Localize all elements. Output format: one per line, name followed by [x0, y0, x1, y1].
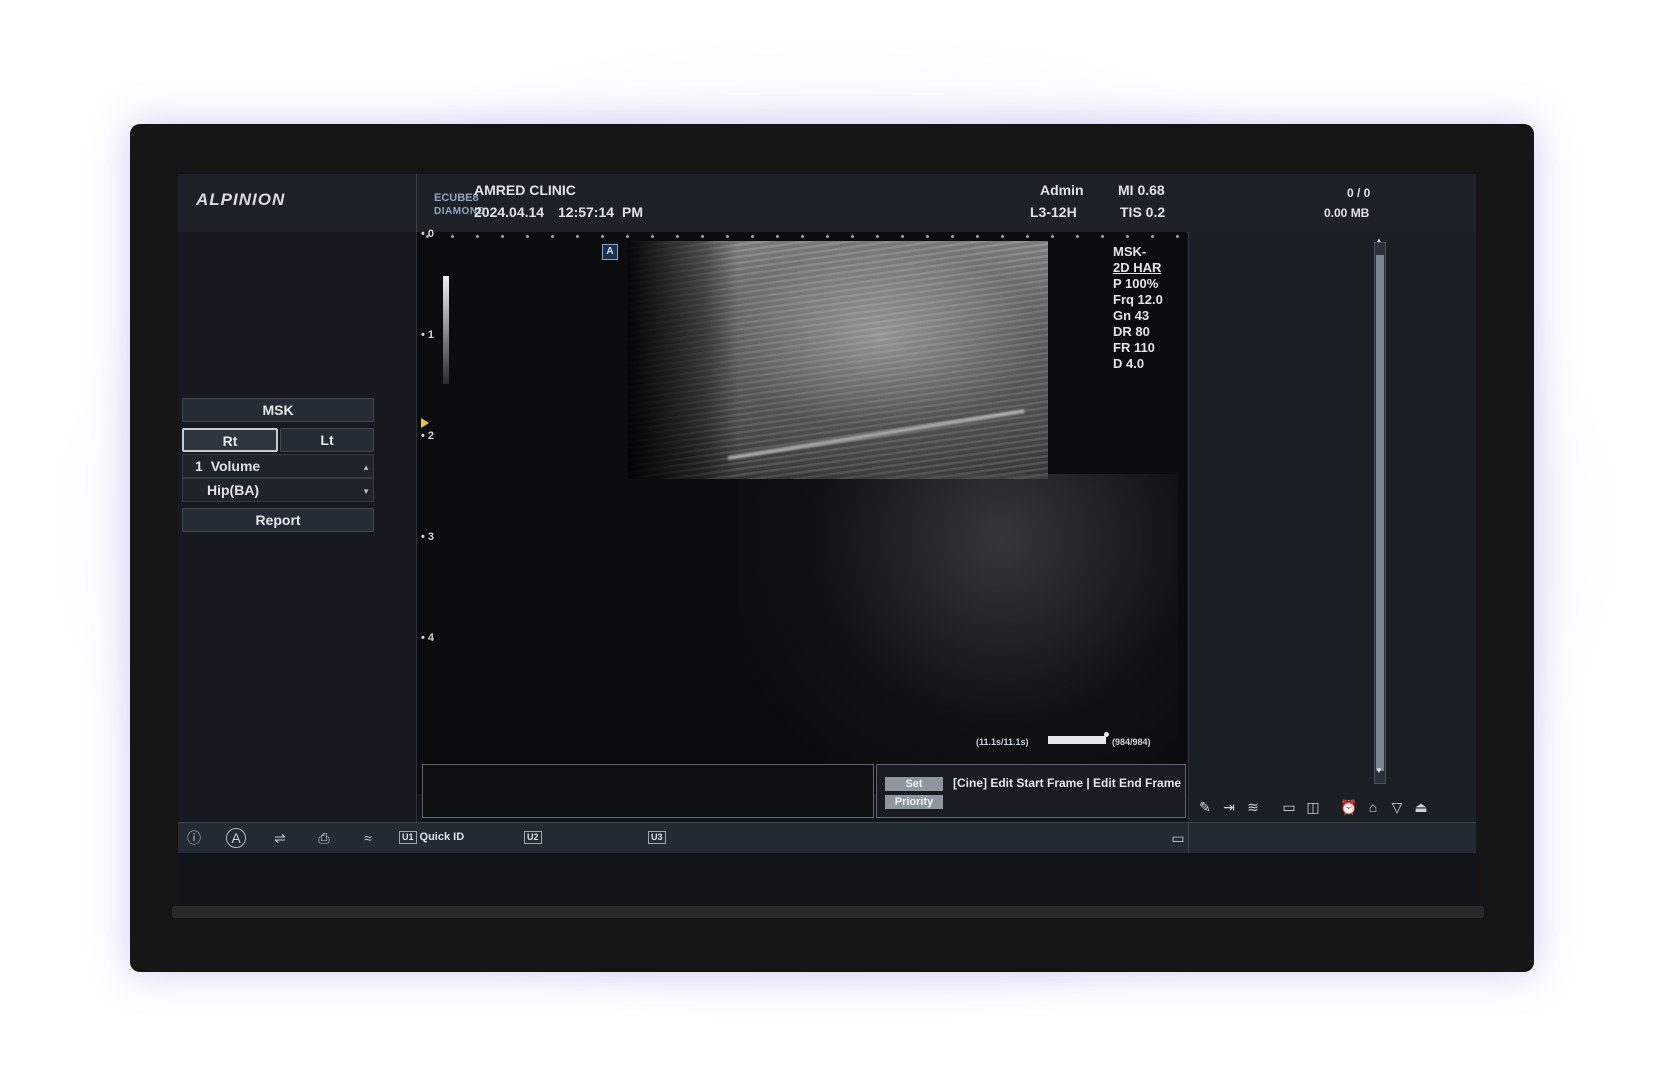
pencil-icon[interactable]: ✎: [1196, 798, 1214, 816]
wifi-icon[interactable]: ≈: [358, 828, 378, 848]
mi-value: MI 0.68: [1118, 182, 1165, 198]
depth-tick-1: • 1: [421, 329, 435, 341]
auto-optimize-icon[interactable]: A: [602, 244, 618, 260]
param-frequency: Frq 12.0: [1113, 292, 1163, 307]
cine-time: (11.1s/11.1s): [976, 737, 1029, 747]
hip-label: Hip(BA): [207, 482, 260, 498]
cine-help-text: [Cine] Edit Start Frame | Edit End Frame: [953, 776, 1182, 790]
exam-time: 12:57:14: [558, 204, 615, 220]
probe-name: L3-12H: [1030, 204, 1077, 220]
tis-value: TIS 0.2: [1120, 204, 1166, 220]
auto-icon[interactable]: A: [226, 828, 246, 848]
monitor-bezel-edge: [172, 906, 1484, 918]
image-count: 0 / 0: [1347, 186, 1371, 200]
u2-box: U2: [524, 831, 542, 844]
param-preset: MSK-: [1113, 244, 1147, 259]
depth-tick-3: • 3: [421, 531, 435, 543]
database-icon[interactable]: ≋: [1244, 798, 1262, 816]
preset-msk-button[interactable]: MSK: [182, 398, 374, 422]
param-depth: D 4.0: [1113, 356, 1145, 371]
u1-box: U1: [399, 831, 417, 844]
u3-key[interactable]: U3: [648, 831, 669, 844]
cine-progress-knob[interactable]: [1104, 732, 1109, 737]
right-scroll-thumb[interactable]: [1376, 255, 1384, 771]
export-icon[interactable]: ⇥: [1220, 798, 1238, 816]
down-icon[interactable]: ▽: [1388, 798, 1406, 816]
message-box: [422, 764, 874, 818]
cine-progress-bar[interactable]: [1048, 736, 1106, 744]
alarm-icon[interactable]: ⏰: [1340, 798, 1358, 816]
set-button[interactable]: Set: [885, 777, 943, 791]
monitor-icon[interactable]: ▭: [1168, 828, 1188, 848]
scroll-down-icon[interactable]: ▼: [362, 481, 370, 503]
header-divider: [416, 174, 417, 232]
depth-tick-0: • 0: [421, 228, 435, 240]
scroll-up-icon[interactable]: ▲: [362, 457, 370, 479]
right-toolbar: ✎ ⇥ ≋ ▭ ◫ ⏰ ⌂ ▽ ⏏: [1196, 798, 1430, 818]
param-dynamic-range: DR 80: [1113, 324, 1150, 339]
param-power: P 100%: [1113, 276, 1159, 291]
u2-key[interactable]: U2: [524, 831, 545, 844]
usb-icon[interactable]: ⇌: [270, 828, 290, 848]
info-icon[interactable]: ⓘ: [184, 828, 204, 848]
u1-quick-id-key[interactable]: U1 Quick ID: [399, 831, 464, 844]
storage-used: 0.00 MB: [1324, 206, 1370, 220]
volume-index: 1: [195, 458, 203, 474]
exam-date: 2024.04.14: [474, 204, 545, 220]
param-frame-rate: FR 110: [1113, 340, 1155, 355]
single-layout-icon[interactable]: ▭: [1280, 798, 1298, 816]
priority-button[interactable]: Priority: [885, 795, 943, 809]
imaging-parameters: MSK- 2D HAR P 100% Frq 12.0 Gn 43 DR 80 …: [1113, 244, 1163, 372]
focus-marker[interactable]: [421, 418, 429, 428]
right-scrollbar[interactable]: [1374, 242, 1386, 784]
ultrasound-screen: ALPINION ECUBE8 DIAMOND AMRED CLINIC 202…: [178, 174, 1476, 904]
report-button[interactable]: Report: [182, 508, 374, 532]
home-icon[interactable]: ⌂: [1364, 798, 1382, 816]
eject-icon[interactable]: ⏏: [1412, 798, 1430, 816]
cine-frames: (984/984): [1112, 737, 1151, 747]
taskbar: ⓘ A ⇌ ⎙ ≈ U1 Quick ID U2 U3 ▭: [178, 822, 1476, 853]
taskbar-divider: [1188, 823, 1189, 853]
quick-id-label: Quick ID: [419, 831, 465, 843]
depth-tick-2: • 2: [421, 430, 435, 442]
header-bar: ALPINION ECUBE8 DIAMOND AMRED CLINIC 202…: [178, 174, 1476, 233]
side-lt-button[interactable]: Lt: [280, 428, 374, 452]
u3-box: U3: [648, 831, 666, 844]
param-gain: Gn 43: [1113, 308, 1150, 323]
hip-item[interactable]: Hip(BA) ▼: [182, 478, 374, 502]
left-panel: [178, 232, 417, 846]
clinic-name: AMRED CLINIC: [474, 182, 576, 198]
right-panel: [1188, 232, 1476, 846]
depth-tick-4: • 4: [421, 632, 435, 644]
set-panel: Set Priority [Cine] Edit Start Frame | E…: [876, 764, 1186, 818]
brand-logo: ALPINION: [196, 190, 286, 209]
dual-layout-icon[interactable]: ◫: [1304, 798, 1322, 816]
acoustic-shadow: [628, 241, 738, 479]
lateral-ruler: [426, 235, 1181, 239]
gray-scale-bar: [443, 276, 449, 384]
right-scroll-down-icon[interactable]: ▼: [1374, 766, 1384, 776]
param-mode: 2D HAR: [1113, 260, 1162, 275]
volume-item[interactable]: 1 Volume ▲: [182, 454, 374, 478]
side-rt-button[interactable]: Rt: [182, 428, 278, 452]
volume-label: Volume: [210, 458, 261, 474]
exam-ampm: PM: [622, 204, 643, 220]
printer-icon[interactable]: ⎙: [314, 828, 334, 848]
user-name: Admin: [1040, 182, 1084, 198]
